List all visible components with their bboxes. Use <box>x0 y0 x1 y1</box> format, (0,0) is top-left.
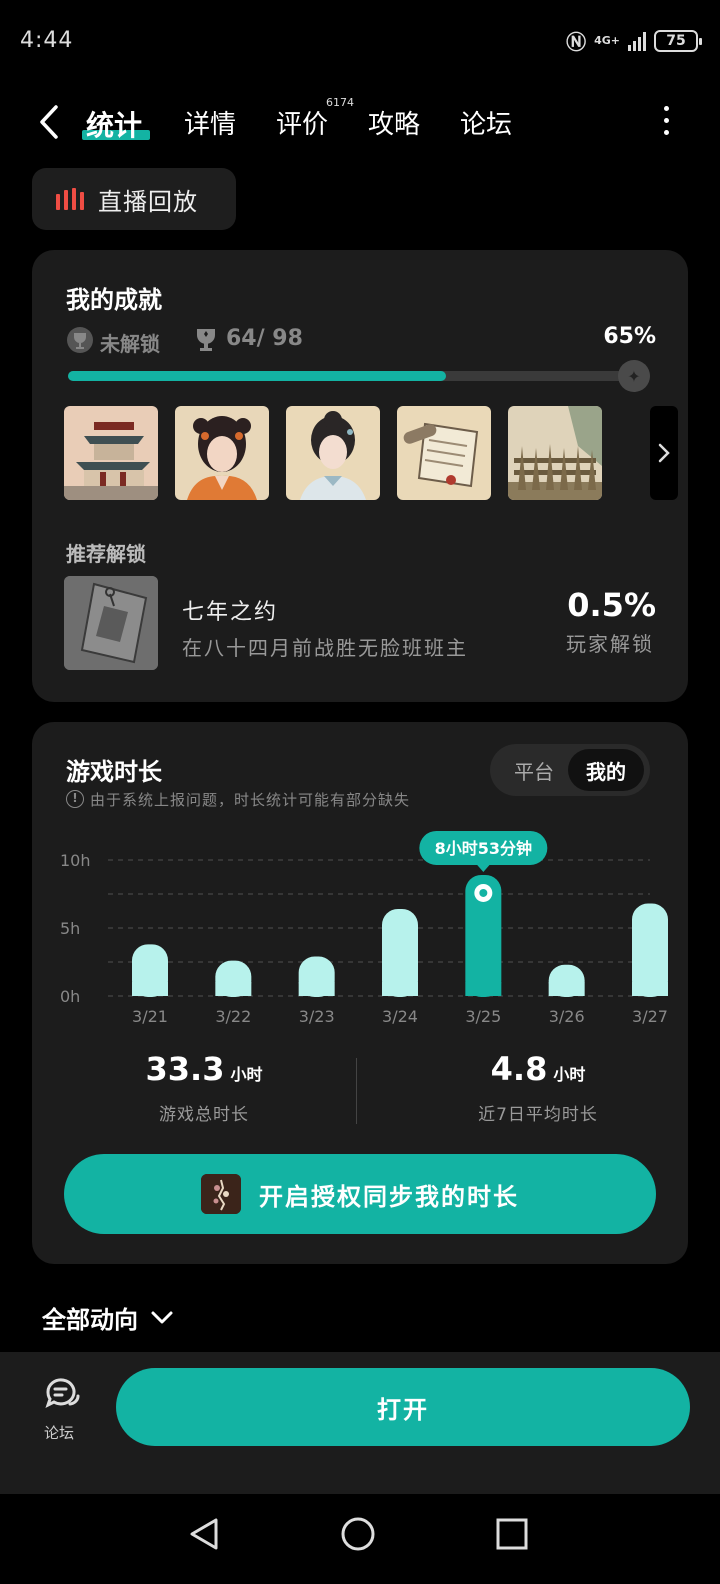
chevron-right-icon <box>658 443 670 463</box>
open-game-button[interactable]: 打开 <box>116 1368 690 1446</box>
nav-back-icon[interactable] <box>186 1516 222 1552</box>
chart-x-tick: 3/23 <box>299 1007 335 1026</box>
network-label: 4G+ <box>594 33 620 47</box>
chart-bar-base <box>298 982 335 996</box>
average-playtime-stat: 4.8 小时 近7日平均时长 <box>388 1050 688 1125</box>
playtime-title: 游戏时长 <box>66 758 162 786</box>
playtime-chart: 10h 5h 0h 3/21 3/22 3/23 3/24 3/25 8小时53分钟 3/26 3/… <box>60 830 668 1026</box>
all-activity-dropdown[interactable]: 全部动向 <box>42 1300 174 1335</box>
achievements-card: 我的成就 未解锁 64/ 98 65% ✦ 推荐解锁 七年之约 在八十四月前战胜… <box>32 250 688 702</box>
playtime-note: 由于系统上报问题，时长统计可能有部分缺失 <box>90 791 411 809</box>
nfc-icon: Ⓝ <box>566 30 587 54</box>
chart-bar-base <box>632 982 668 996</box>
chevron-down-icon <box>151 1311 173 1323</box>
cup-icon <box>197 329 215 351</box>
bottom-action-bar: 论坛 打开 <box>0 1352 720 1494</box>
tab-reviews[interactable]: 评价 <box>276 104 328 141</box>
segment-platform[interactable]: 平台 <box>496 749 572 791</box>
chart-y-tick: 0h <box>60 987 80 1006</box>
locked-label: 未解锁 <box>100 332 160 356</box>
chart-x-tick: 3/24 <box>382 1007 418 1026</box>
achievement-progress-fill <box>68 371 447 381</box>
achievement-thumb-scroll[interactable] <box>397 406 491 500</box>
tab-guides[interactable]: 攻略 <box>368 104 420 141</box>
system-navigation <box>0 1494 720 1584</box>
chart-x-tick: 3/25 <box>465 1007 501 1026</box>
total-playtime-stat: 33.3 小时 游戏总时长 <box>54 1050 354 1125</box>
tab-forum[interactable]: 论坛 <box>460 104 512 141</box>
source-segmented-control: 平台 我的 <box>490 744 650 796</box>
recommended-name: 七年之约 <box>182 600 279 625</box>
chart-y-tick: 5h <box>60 919 80 938</box>
total-playtime-label: 游戏总时长 <box>159 1105 249 1125</box>
achievement-count: 64/ 98 <box>226 326 303 351</box>
game-app-icon <box>201 1174 241 1214</box>
live-icon <box>56 188 84 210</box>
chart-x-tick: 3/21 <box>132 1007 168 1026</box>
status-icons: Ⓝ 4G+ 75 <box>566 26 702 55</box>
total-playtime-value: 33.3 <box>145 1050 225 1088</box>
achievement-thumb-girl-white[interactable] <box>286 406 380 500</box>
nav-home-icon[interactable] <box>340 1516 376 1552</box>
chart-y-tick: 10h <box>60 851 91 870</box>
thumbnails-next-button[interactable] <box>650 406 678 500</box>
segment-mine[interactable]: 我的 <box>568 749 644 791</box>
chart-tooltip-pointer <box>476 863 491 872</box>
info-icon: ! <box>66 790 84 808</box>
live-replay-label: 直播回放 <box>98 187 198 216</box>
back-icon[interactable] <box>34 104 64 140</box>
tab-details[interactable]: 详情 <box>184 104 236 141</box>
reviews-count-badge: 6174 <box>326 96 354 109</box>
sync-playtime-button[interactable]: 开启授权同步我的时长 <box>64 1154 656 1234</box>
chart-x-tick: 3/27 <box>632 1007 668 1026</box>
sync-playtime-label: 开启授权同步我的时长 <box>259 1182 519 1211</box>
recommended-title: 推荐解锁 <box>66 542 146 566</box>
all-activity-label: 全部动向 <box>42 1306 138 1334</box>
playtime-card: 游戏时长 ! 由于系统上报问题，时长统计可能有部分缺失 平台 我的 10h 5h 0… <box>32 722 688 1264</box>
achievement-thumb-fence[interactable] <box>508 406 602 500</box>
recommended-achievement-image[interactable] <box>64 576 158 670</box>
more-icon[interactable] <box>660 106 672 136</box>
trophy-icon <box>67 327 93 353</box>
achievements-title: 我的成就 <box>66 286 162 314</box>
average-playtime-label: 近7日平均时长 <box>478 1105 598 1125</box>
recommended-description: 在八十四月前战胜无脸班班主 <box>182 636 468 660</box>
chart-highlight-dot-center <box>479 888 488 897</box>
progress-end-icon: ✦ <box>618 360 650 392</box>
chart-x-tick: 3/26 <box>549 1007 585 1026</box>
signal-icon <box>628 31 646 51</box>
chart-bar-base <box>548 982 585 996</box>
forum-icon[interactable] <box>42 1374 82 1414</box>
total-playtime-unit: 小时 <box>230 1065 263 1084</box>
achievement-progress <box>68 371 650 381</box>
battery-icon: 75 <box>654 29 702 52</box>
chart-bar-base <box>465 982 502 996</box>
chart-tooltip-label: 8小时53分钟 <box>435 839 532 858</box>
status-bar: 4:44 Ⓝ 4G+ 75 <box>0 0 720 80</box>
average-playtime-unit: 小时 <box>553 1065 586 1084</box>
live-replay-button[interactable]: 直播回放 <box>32 168 236 230</box>
average-playtime-value: 4.8 <box>490 1050 548 1088</box>
stat-divider <box>356 1058 357 1124</box>
nav-recents-icon[interactable] <box>494 1516 530 1552</box>
battery-level: 75 <box>666 32 686 49</box>
chart-bar-base <box>382 982 418 996</box>
achievement-thumbnails <box>64 406 678 500</box>
achievement-thumb-pavilion[interactable] <box>64 406 158 500</box>
recommended-percent-label: 玩家解锁 <box>566 632 654 656</box>
chart-bar-base <box>215 982 252 996</box>
achievement-percent: 65% <box>603 324 656 349</box>
chart-bar-base <box>132 982 168 996</box>
recommended-percent: 0.5% <box>567 586 656 624</box>
top-nav: 统计 详情 评价 6174 攻略 论坛 <box>0 92 720 152</box>
forum-label[interactable]: 论坛 <box>44 1422 74 1443</box>
status-time: 4:44 <box>20 28 74 53</box>
chart-x-tick: 3/22 <box>215 1007 251 1026</box>
achievement-thumb-girl-orange[interactable] <box>175 406 269 500</box>
tab-stats[interactable]: 统计 <box>86 104 142 144</box>
